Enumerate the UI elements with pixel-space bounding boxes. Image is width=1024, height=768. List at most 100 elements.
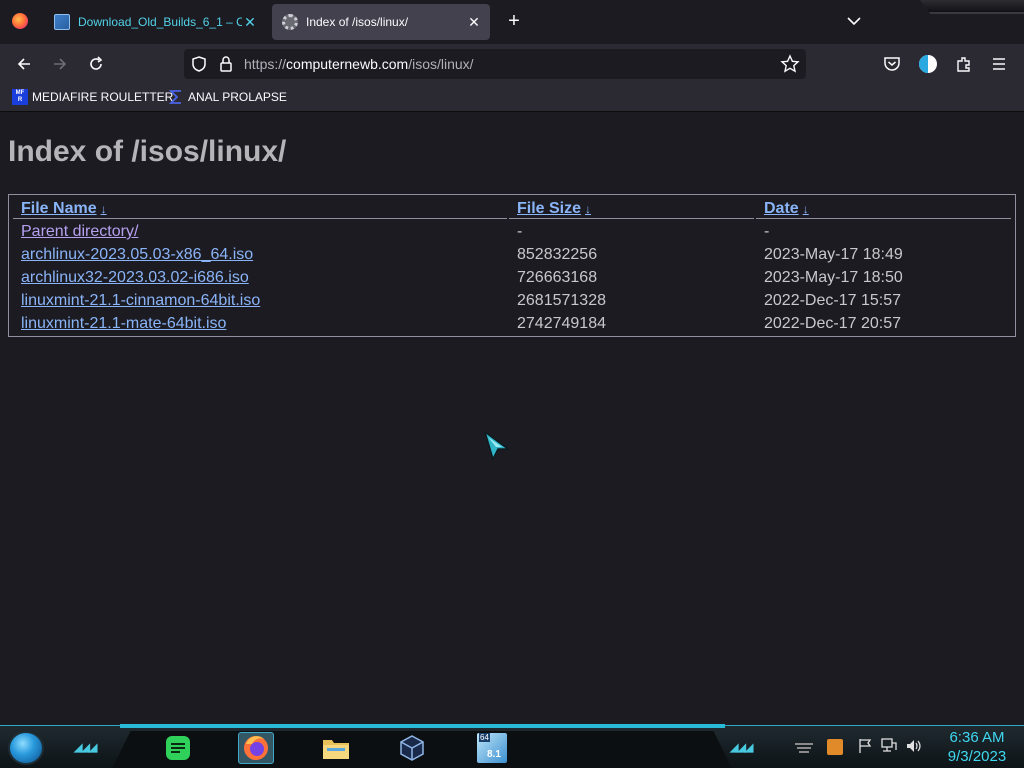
tab-download-old-builds[interactable]: Download_Old_Builds_6_1 – Or ✕ bbox=[44, 4, 266, 40]
file-size: 2742749184 bbox=[517, 315, 606, 332]
table-row: archlinux32-2023.03.02-i686.iso 72666316… bbox=[13, 267, 1011, 288]
file-link[interactable]: archlinux-2023.05.03-x86_64.iso bbox=[21, 246, 253, 263]
show-desktop-icon[interactable] bbox=[793, 742, 815, 754]
firefox-icon bbox=[244, 736, 268, 760]
bookmarks-toolbar: MF R MEDIAFIRE ROULETTER ANAL PROLAPSE bbox=[0, 84, 1024, 112]
chevron-decoration-icon: ◢◢◢ bbox=[74, 742, 97, 754]
file-link[interactable]: linuxmint-21.1-cinnamon-64bit.iso bbox=[21, 292, 260, 309]
taskbar-app-virtualbox[interactable] bbox=[394, 732, 430, 764]
file-date: 2023-May-17 18:49 bbox=[764, 246, 903, 263]
table-row: archlinux-2023.05.03-x86_64.iso 85283225… bbox=[13, 244, 1011, 265]
chevron-down-icon[interactable] bbox=[845, 12, 863, 30]
url-text[interactable]: https://computernewb.com/isos/linux/ bbox=[244, 56, 474, 72]
file-size: - bbox=[517, 223, 523, 240]
mouse-cursor-icon bbox=[484, 431, 510, 461]
url-host: computernewb.com bbox=[286, 56, 409, 72]
parent-directory-link[interactable]: Parent directory/ bbox=[21, 223, 138, 240]
url-path: /isos/linux/ bbox=[408, 56, 474, 72]
bookmark-mediafire-rouletter[interactable]: MF R MEDIAFIRE ROULETTER bbox=[12, 89, 173, 105]
document-icon bbox=[54, 14, 70, 30]
vm-badge-version: 8.1 bbox=[487, 749, 501, 760]
sigma-icon bbox=[168, 90, 181, 104]
file-date: - bbox=[764, 223, 770, 240]
volume-icon[interactable] bbox=[905, 738, 923, 754]
tab-strip: Download_Old_Builds_6_1 – Or ✕ Index of … bbox=[0, 0, 1024, 44]
puzzle-icon bbox=[957, 57, 970, 72]
reload-button[interactable] bbox=[85, 53, 107, 75]
bookmark-anal-prolapse[interactable]: ANAL PROLAPSE bbox=[168, 89, 287, 105]
bookmark-label: ANAL PROLAPSE bbox=[188, 90, 287, 104]
tab-title: Download_Old_Builds_6_1 – Or bbox=[78, 15, 242, 29]
window-frame-decoration bbox=[920, 0, 1024, 14]
notes-app-icon bbox=[166, 736, 190, 760]
tab-title: Index of /isos/linux/ bbox=[306, 15, 409, 29]
close-icon[interactable]: ✕ bbox=[466, 14, 482, 31]
lock-icon[interactable] bbox=[218, 55, 234, 73]
sort-arrow-icon[interactable]: ↓ bbox=[585, 202, 591, 216]
column-file-name[interactable]: File Name ↓ bbox=[13, 197, 507, 219]
bookmark-label: MEDIAFIRE ROULETTER bbox=[32, 90, 174, 104]
clock-time: 6:36 AM bbox=[949, 729, 1005, 746]
pocket-icon bbox=[884, 57, 900, 71]
navigation-toolbar: https://computernewb.com/isos/linux/ bbox=[0, 44, 1024, 84]
gear-icon bbox=[282, 14, 298, 30]
account-button[interactable] bbox=[917, 53, 939, 75]
tab-index-isos-linux[interactable]: Index of /isos/linux/ ✕ bbox=[272, 4, 490, 40]
cube-icon bbox=[400, 735, 424, 761]
taskbar-app-windows-vm[interactable]: 64 8.1 bbox=[474, 732, 510, 764]
sort-by-file-name-link[interactable]: File Name bbox=[21, 200, 97, 217]
column-file-size[interactable]: File Size ↓ bbox=[509, 197, 754, 219]
extensions-button[interactable] bbox=[953, 53, 975, 75]
sort-by-date-link[interactable]: Date bbox=[764, 200, 799, 217]
bookmark-star-icon[interactable] bbox=[780, 54, 800, 74]
system-clock[interactable]: 6:36 AM 9/3/2023 bbox=[934, 728, 1020, 766]
new-tab-button[interactable]: + bbox=[503, 10, 525, 32]
url-bar[interactable]: https://computernewb.com/isos/linux/ bbox=[184, 49, 806, 79]
file-date: 2022-Dec-17 20:57 bbox=[764, 315, 901, 332]
network-icon[interactable] bbox=[880, 738, 898, 754]
firefox-icon[interactable] bbox=[12, 13, 28, 29]
table-row: linuxmint-21.1-cinnamon-64bit.iso 268157… bbox=[13, 290, 1011, 311]
taskbar-app-file-explorer[interactable] bbox=[318, 732, 354, 764]
taskbar-app-notes[interactable] bbox=[160, 732, 196, 764]
forward-button[interactable] bbox=[49, 53, 71, 75]
close-icon[interactable]: ✕ bbox=[242, 14, 258, 31]
page-title: Index of /isos/linux/ bbox=[8, 135, 287, 168]
start-button[interactable] bbox=[8, 731, 44, 765]
column-date[interactable]: Date ↓ bbox=[756, 197, 1011, 219]
file-date: 2022-Dec-17 15:57 bbox=[764, 292, 901, 309]
taskbar-app-firefox[interactable] bbox=[238, 732, 274, 764]
page-content: Index of /isos/linux/ File Name ↓ File Si… bbox=[0, 113, 1024, 725]
file-link[interactable]: archlinux32-2023.03.02-i686.iso bbox=[21, 269, 249, 286]
arrow-right-icon bbox=[54, 58, 67, 70]
url-scheme: https:// bbox=[244, 56, 287, 72]
file-listing-table: File Name ↓ File Size ↓ Date ↓ Parent direc… bbox=[8, 194, 1016, 337]
file-size: 726663168 bbox=[517, 269, 598, 286]
pocket-button[interactable] bbox=[881, 53, 903, 75]
menu-button[interactable] bbox=[988, 53, 1010, 75]
vm-window-icon: 64 8.1 bbox=[477, 733, 507, 763]
folder-icon bbox=[323, 740, 349, 759]
file-size: 852832256 bbox=[517, 246, 598, 263]
table-row: linuxmint-21.1-mate-64bit.iso 2742749184… bbox=[13, 313, 1011, 334]
clock-date: 9/3/2023 bbox=[947, 748, 1007, 765]
sort-by-file-size-link[interactable]: File Size bbox=[517, 200, 581, 217]
table-header-row: File Name ↓ File Size ↓ Date ↓ bbox=[13, 197, 1011, 219]
taskbar: ◢◢◢ 64 8.1 ◢◢◢ 6:36 AM 9/3/2023 bbox=[0, 724, 1024, 768]
tray-app-icon[interactable] bbox=[827, 739, 843, 755]
file-link[interactable]: linuxmint-21.1-mate-64bit.iso bbox=[21, 315, 226, 332]
back-button[interactable] bbox=[13, 53, 35, 75]
sort-arrow-icon[interactable]: ↓ bbox=[803, 202, 809, 216]
taskbar-glow-decoration bbox=[120, 724, 725, 728]
flag-icon[interactable] bbox=[857, 738, 873, 754]
vm-badge-64: 64 bbox=[479, 733, 490, 742]
reload-icon bbox=[90, 56, 103, 70]
chevron-decoration-icon: ◢◢◢ bbox=[730, 742, 753, 754]
account-icon bbox=[919, 55, 937, 73]
shield-icon[interactable] bbox=[190, 55, 208, 73]
sort-arrow-icon[interactable]: ↓ bbox=[101, 202, 107, 216]
hamburger-icon bbox=[993, 58, 1005, 70]
file-size: 2681571328 bbox=[517, 292, 606, 309]
file-date: 2023-May-17 18:50 bbox=[764, 269, 903, 286]
arrow-left-icon bbox=[17, 58, 30, 70]
